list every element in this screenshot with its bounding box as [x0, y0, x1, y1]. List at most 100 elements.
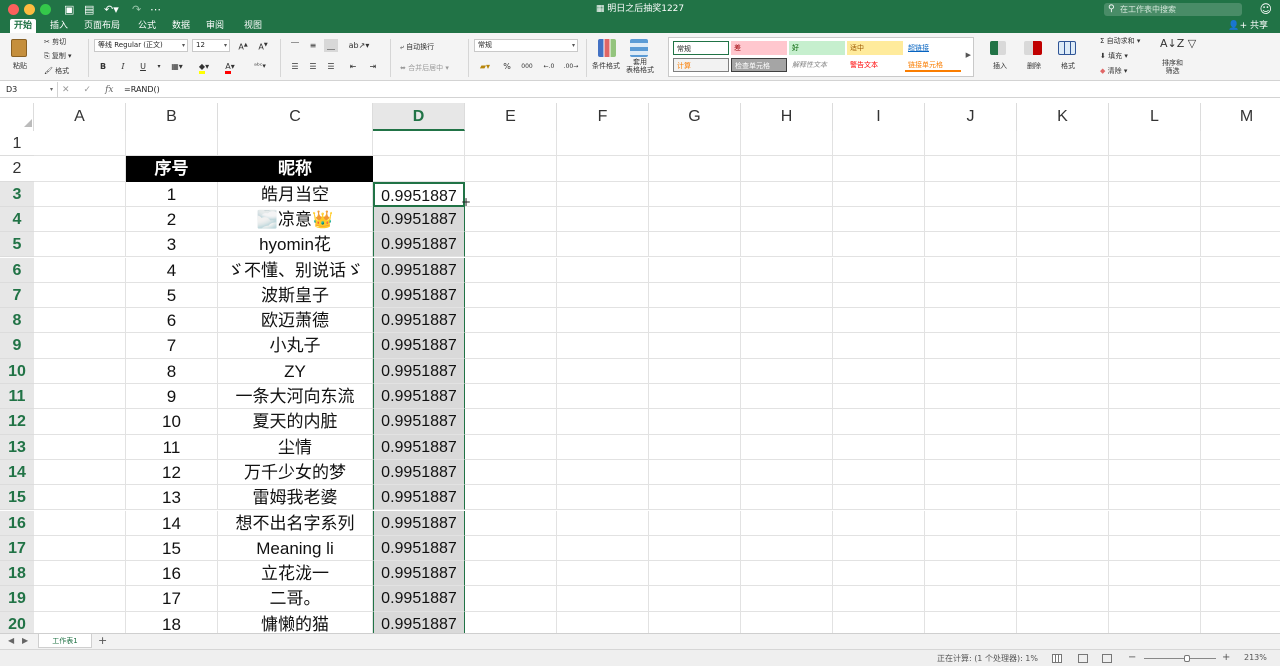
minimize-window-button[interactable]: [24, 4, 35, 15]
cell-l5[interactable]: [1109, 232, 1201, 258]
cell-m16[interactable]: [1201, 511, 1280, 536]
number-format-select[interactable]: 常规 ▾: [474, 39, 578, 52]
row-header-10[interactable]: 10: [0, 358, 34, 384]
cell-j11[interactable]: [925, 384, 1017, 410]
increase-decimal-icon[interactable]: ←.0: [540, 60, 558, 73]
cell-a6[interactable]: [34, 257, 126, 283]
conditional-format-icon[interactable]: [598, 39, 616, 57]
prev-sheet-icon[interactable]: ◀: [8, 636, 14, 645]
phonetic-button[interactable]: ᵃᵇᶜ▾: [248, 60, 272, 73]
cell-j18[interactable]: [925, 561, 1017, 587]
tab-review[interactable]: 审阅: [202, 19, 228, 33]
cell-i3[interactable]: [833, 181, 925, 207]
row-header-13[interactable]: 13: [0, 434, 34, 460]
cell-m6[interactable]: [1201, 258, 1280, 283]
cut-button[interactable]: ✂ 剪切: [44, 37, 66, 47]
cell-f4[interactable]: [557, 206, 649, 233]
enter-icon[interactable]: ✓: [84, 85, 92, 95]
cell-i13[interactable]: [833, 434, 925, 460]
column-header-b[interactable]: B: [126, 103, 218, 131]
cell-j3[interactable]: [925, 181, 1017, 207]
page-layout-view-icon[interactable]: [1078, 654, 1088, 663]
align-right-icon[interactable]: ☰: [324, 60, 338, 73]
cell-g20[interactable]: [649, 611, 741, 633]
cell-l19[interactable]: [1109, 586, 1201, 612]
wrap-text-button[interactable]: ⤶ 自动换行: [400, 42, 434, 52]
cell-g12[interactable]: [649, 409, 741, 435]
cell-m7[interactable]: [1201, 283, 1280, 309]
cell-m19[interactable]: [1201, 586, 1280, 612]
cell-l20[interactable]: [1109, 611, 1201, 633]
seq-cell-b9[interactable]: 7: [126, 333, 218, 359]
row-header-17[interactable]: 17: [0, 535, 34, 562]
underline-button[interactable]: U: [136, 60, 150, 73]
cell-h17[interactable]: [741, 535, 833, 562]
insert-cells-icon[interactable]: [990, 41, 1006, 55]
cell-h10[interactable]: [741, 358, 833, 384]
row-header-14[interactable]: 14: [0, 459, 34, 486]
format-as-table-icon[interactable]: [630, 39, 648, 57]
tab-page-layout[interactable]: 页面布局: [80, 19, 124, 33]
cell-h6[interactable]: [741, 257, 833, 283]
cell-h19[interactable]: [741, 586, 833, 612]
cell-f5[interactable]: [557, 232, 649, 258]
cell-f6[interactable]: [557, 257, 649, 283]
decrease-font-size-button[interactable]: A▼: [256, 39, 270, 52]
cell-m4[interactable]: [1201, 207, 1280, 233]
cell-m3[interactable]: [1201, 182, 1280, 207]
cell-h11[interactable]: [741, 384, 833, 410]
customize-toolbar-icon[interactable]: ⋯: [150, 2, 161, 17]
cell-f20[interactable]: [557, 611, 649, 633]
cell-e16[interactable]: [465, 510, 557, 536]
rand-cell-d4[interactable]: 0.9951887: [373, 206, 465, 233]
cell-i2[interactable]: [833, 156, 925, 182]
header-nickname-cell[interactable]: 昵称: [218, 156, 373, 182]
paste-icon[interactable]: [11, 39, 27, 57]
seq-cell-b17[interactable]: 15: [126, 535, 218, 562]
cell-a5[interactable]: [34, 232, 126, 258]
cell-a16[interactable]: [34, 510, 126, 536]
cell-a12[interactable]: [34, 409, 126, 435]
cell-m17[interactable]: [1201, 536, 1280, 562]
nickname-cell-c16[interactable]: 想不出名字系列: [218, 510, 373, 536]
cell-k2[interactable]: [1017, 156, 1109, 182]
cell-l14[interactable]: [1109, 459, 1201, 486]
cell-g2[interactable]: [649, 156, 741, 182]
sheet-search-input[interactable]: ⚲ 在工作表中搜索: [1104, 3, 1242, 16]
cell-h2[interactable]: [741, 156, 833, 182]
rand-cell-d12[interactable]: 0.9951887: [373, 409, 465, 435]
cell-a2[interactable]: [34, 156, 126, 182]
rand-cell-d19[interactable]: 0.9951887: [373, 586, 465, 612]
nickname-cell-c13[interactable]: 尘情: [218, 434, 373, 460]
rand-cell-d16[interactable]: 0.9951887: [373, 510, 465, 536]
italic-button[interactable]: I: [116, 60, 130, 73]
cell-a19[interactable]: [34, 586, 126, 612]
fill-button[interactable]: ⬇ 填充 ▾: [1100, 51, 1128, 61]
cell-e6[interactable]: [465, 257, 557, 283]
increase-font-size-button[interactable]: A▲: [236, 39, 250, 52]
cell-f16[interactable]: [557, 510, 649, 536]
cell-a20[interactable]: [34, 611, 126, 633]
rand-cell-d9[interactable]: 0.9951887: [373, 333, 465, 359]
cell-k19[interactable]: [1017, 586, 1109, 612]
cell-e20[interactable]: [465, 611, 557, 633]
style-neutral[interactable]: 适中: [847, 41, 903, 55]
style-good[interactable]: 好: [789, 41, 845, 55]
cell-i17[interactable]: [833, 535, 925, 562]
align-center-icon[interactable]: ☰: [306, 60, 320, 73]
cell-g11[interactable]: [649, 384, 741, 410]
cell-e9[interactable]: [465, 333, 557, 359]
cell-m1[interactable]: [1201, 131, 1280, 157]
format-painter-button[interactable]: 🖌 格式: [44, 66, 69, 76]
rand-cell-d8[interactable]: 0.9951887: [373, 308, 465, 334]
seq-cell-b13[interactable]: 11: [126, 434, 218, 460]
comma-style-button[interactable]: 000: [518, 60, 536, 73]
cell-g14[interactable]: [649, 459, 741, 486]
tab-view[interactable]: 视图: [240, 19, 266, 33]
column-header-j[interactable]: J: [925, 103, 1017, 131]
cell-a3[interactable]: [34, 181, 126, 207]
page-break-view-icon[interactable]: [1102, 654, 1112, 663]
format-cells-icon[interactable]: [1058, 41, 1076, 55]
cell-h12[interactable]: [741, 409, 833, 435]
rand-cell-d6[interactable]: 0.9951887: [373, 257, 465, 283]
